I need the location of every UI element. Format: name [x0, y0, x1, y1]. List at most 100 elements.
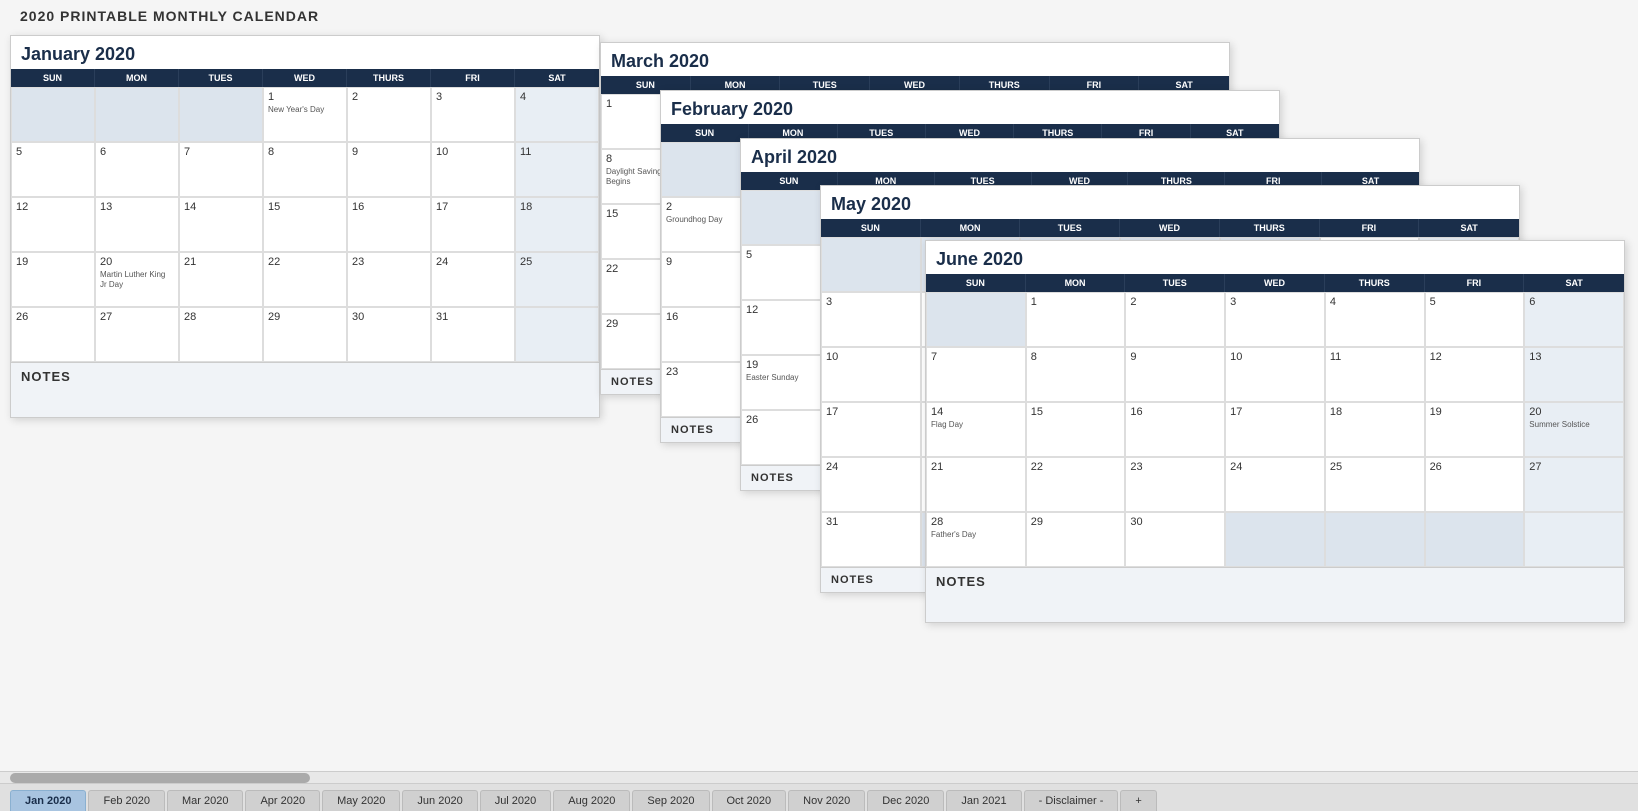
table-row: 15: [1026, 402, 1126, 457]
table-row: 25: [1325, 457, 1425, 512]
table-row: [661, 142, 749, 197]
april-title: April 2020: [741, 139, 1419, 172]
table-row: 28 Father's Day: [926, 512, 1026, 567]
jan-sat: SAT: [515, 69, 599, 87]
table-row: 2Groundhog Day: [661, 197, 749, 252]
june-notes: NOTES: [926, 567, 1624, 622]
table-row: 5: [11, 142, 95, 197]
page-title: 2020 PRINTABLE MONTHLY CALENDAR: [0, 0, 1638, 28]
table-row: 21: [179, 252, 263, 307]
tab-apr-2020[interactable]: Apr 2020: [245, 790, 320, 811]
table-row: 18: [1325, 402, 1425, 457]
table-row: 14 Flag Day: [926, 402, 1026, 457]
jan-thurs: THURS: [347, 69, 431, 87]
table-row: 29: [1026, 512, 1126, 567]
table-row: 9: [347, 142, 431, 197]
tab-may-2020[interactable]: May 2020: [322, 790, 400, 811]
table-row: 28: [179, 307, 263, 362]
june-calendar: June 2020 SUN MON TUES WED THURS FRI SAT…: [925, 240, 1625, 623]
scroll-bar[interactable]: [0, 771, 1638, 783]
table-row: [179, 87, 263, 142]
table-row: 6: [95, 142, 179, 197]
table-row: 3: [1225, 292, 1325, 347]
table-row: 7: [926, 347, 1026, 402]
table-row: 16: [1125, 402, 1225, 457]
table-row: 27: [1524, 457, 1624, 512]
may-header: SUN MON TUES WED THURS FRI SAT: [821, 219, 1519, 237]
table-row: 17: [431, 197, 515, 252]
january-notes: NOTES: [11, 362, 599, 417]
june-grid: 1 2 3 4 5 6 7 8 9 10 11 12 13 14 Flag Da…: [926, 292, 1624, 567]
tab-disclaimer[interactable]: - Disclaimer -: [1024, 790, 1119, 811]
jan-sun: SUN: [11, 69, 95, 87]
table-row: 16: [347, 197, 431, 252]
main-container: 2020 PRINTABLE MONTHLY CALENDAR January …: [0, 0, 1638, 811]
table-row: 1: [1026, 292, 1126, 347]
tab-feb-2020[interactable]: Feb 2020: [88, 790, 164, 811]
jan-wed: WED: [263, 69, 347, 87]
january-header: SUN MON TUES WED THURS FRI SAT: [11, 69, 599, 87]
tab-jan-2020[interactable]: Jan 2020: [10, 790, 86, 811]
table-row: 11: [515, 142, 599, 197]
table-row: 9: [661, 252, 749, 307]
table-row: 10: [1225, 347, 1325, 402]
table-row: 7: [179, 142, 263, 197]
jan-fri: FRI: [431, 69, 515, 87]
january-calendar: January 2020 SUN MON TUES WED THURS FRI …: [10, 35, 600, 418]
table-row: [95, 87, 179, 142]
january-title: January 2020: [11, 36, 599, 69]
table-row: 20 Summer Solstice: [1524, 402, 1624, 457]
table-row: [11, 87, 95, 142]
tab-oct-2020[interactable]: Oct 2020: [712, 790, 787, 811]
tab-aug-2020[interactable]: Aug 2020: [553, 790, 630, 811]
table-row: 19: [1425, 402, 1525, 457]
table-row: 30: [1125, 512, 1225, 567]
table-row: 6: [1524, 292, 1624, 347]
table-row: 24: [431, 252, 515, 307]
may-title: May 2020: [821, 186, 1519, 219]
table-row: 2: [1125, 292, 1225, 347]
june-title: June 2020: [926, 241, 1624, 274]
table-row: 29: [263, 307, 347, 362]
jan-tues: TUES: [179, 69, 263, 87]
scroll-thumb[interactable]: [10, 773, 310, 783]
table-row: 18: [515, 197, 599, 252]
february-title: February 2020: [661, 91, 1279, 124]
table-row: 23: [347, 252, 431, 307]
table-row: 8: [263, 142, 347, 197]
tab-nov-2020[interactable]: Nov 2020: [788, 790, 865, 811]
table-row: 30: [347, 307, 431, 362]
table-row: 3: [821, 292, 921, 347]
table-row: 15: [263, 197, 347, 252]
table-row: 9: [1125, 347, 1225, 402]
table-row: 24: [821, 457, 921, 512]
table-row: 21: [926, 457, 1026, 512]
table-row: 27: [95, 307, 179, 362]
table-row: 12: [11, 197, 95, 252]
table-row: 26: [1425, 457, 1525, 512]
tab-dec-2020[interactable]: Dec 2020: [867, 790, 944, 811]
table-row: 22: [263, 252, 347, 307]
tab-jan-2021[interactable]: Jan 2021: [946, 790, 1021, 811]
june-header: SUN MON TUES WED THURS FRI SAT: [926, 274, 1624, 292]
table-row: 22: [1026, 457, 1126, 512]
table-row: 10: [821, 347, 921, 402]
tab-add[interactable]: +: [1120, 790, 1156, 811]
table-row: 3: [431, 87, 515, 142]
table-row: 20 Martin Luther King Jr Day: [95, 252, 179, 307]
table-row: 12: [1425, 347, 1525, 402]
table-row: 4: [515, 87, 599, 142]
table-row: 2: [347, 87, 431, 142]
tab-sep-2020[interactable]: Sep 2020: [632, 790, 709, 811]
table-row: 26: [11, 307, 95, 362]
tab-bar: Jan 2020 Feb 2020 Mar 2020 Apr 2020 May …: [0, 783, 1638, 811]
table-row: 14: [179, 197, 263, 252]
jan-mon: MON: [95, 69, 179, 87]
table-row: 5: [1425, 292, 1525, 347]
tab-mar-2020[interactable]: Mar 2020: [167, 790, 243, 811]
table-row: 19: [11, 252, 95, 307]
table-row: [1425, 512, 1525, 567]
tab-jul-2020[interactable]: Jul 2020: [480, 790, 552, 811]
january-grid: 1 New Year's Day 2 3 4 5 6 7 8 9 10 11 1…: [11, 87, 599, 362]
tab-jun-2020[interactable]: Jun 2020: [402, 790, 477, 811]
